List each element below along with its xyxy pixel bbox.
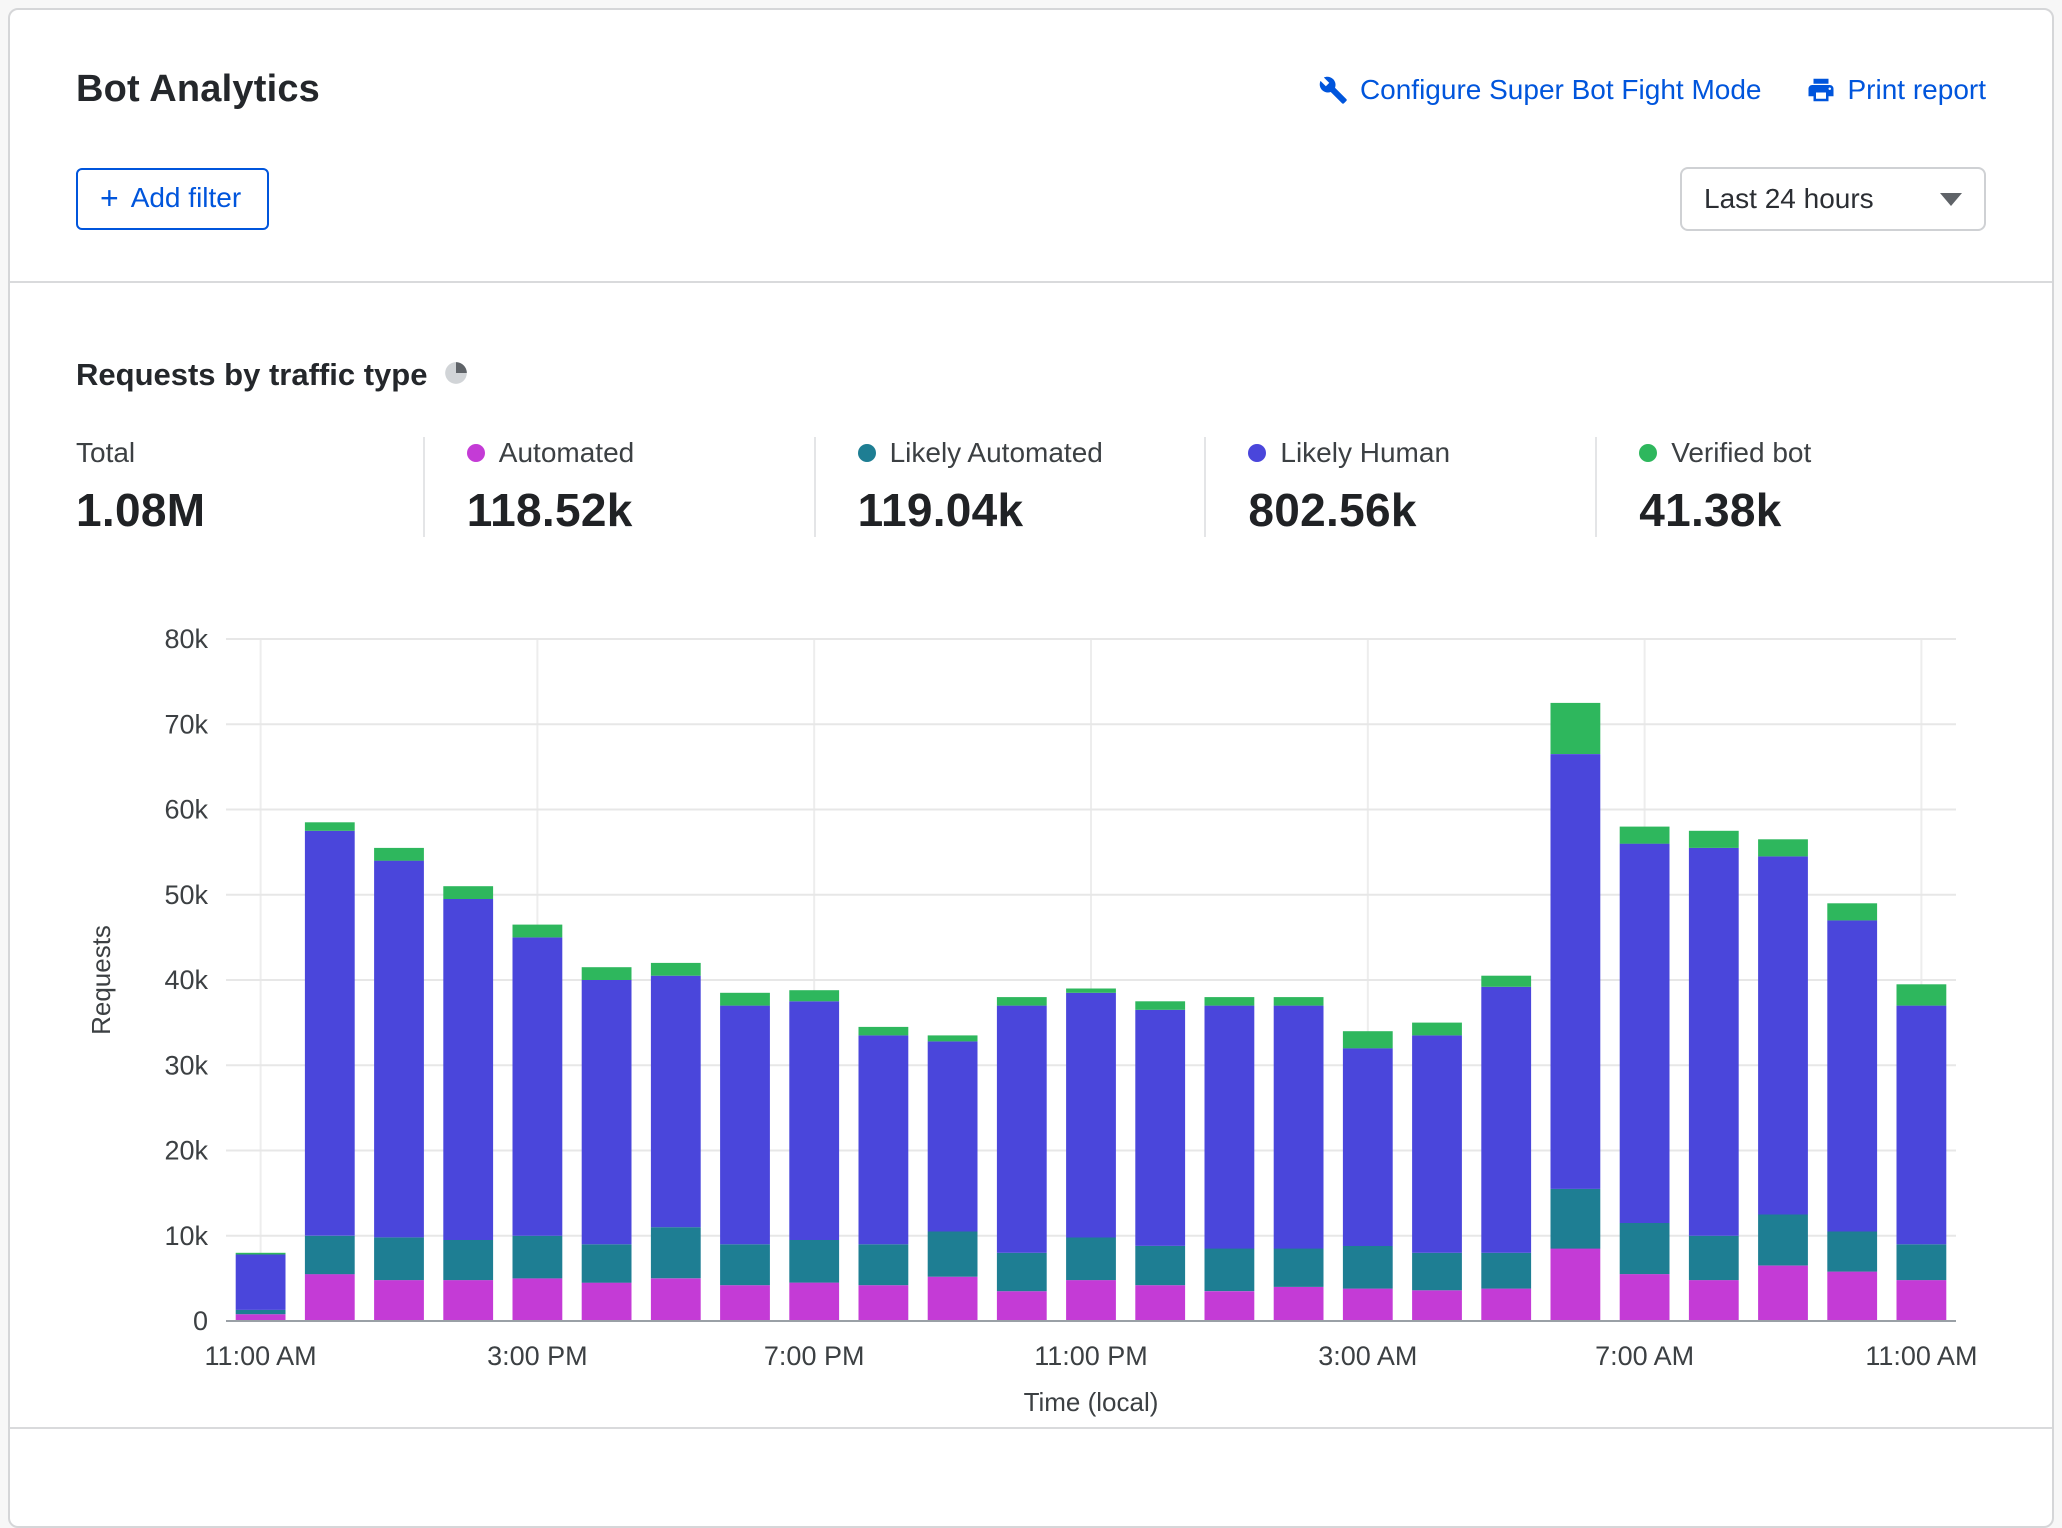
svg-text:60k: 60k <box>164 795 208 825</box>
svg-text:11:00 AM: 11:00 AM <box>205 1341 317 1371</box>
verified-bot-legend-dot <box>1639 444 1657 462</box>
svg-text:20k: 20k <box>164 1136 208 1166</box>
stat-automated[interactable]: Automated 118.52k <box>423 437 814 537</box>
stat-likely-automated-value: 119.04k <box>858 483 1205 537</box>
stat-likely-human-value: 802.56k <box>1248 483 1595 537</box>
add-filter-label: Add filter <box>131 182 242 214</box>
configure-super-bot-fight-mode-link[interactable]: Configure Super Bot Fight Mode <box>1318 74 1762 106</box>
pie-chart-icon <box>443 360 469 391</box>
time-range-dropdown[interactable]: Last 24 hours <box>1680 167 1986 231</box>
svg-text:Requests: Requests <box>86 925 116 1035</box>
traffic-type-stats-row: Total 1.08M Automated 118.52k Likely Aut… <box>76 437 1986 537</box>
stat-likely-human[interactable]: Likely Human 802.56k <box>1204 437 1595 537</box>
likely-automated-legend-dot <box>858 444 876 462</box>
svg-text:0: 0 <box>193 1306 208 1336</box>
automated-legend-dot <box>467 444 485 462</box>
plus-icon: + <box>100 187 119 209</box>
svg-text:70k: 70k <box>164 709 208 739</box>
time-range-value: Last 24 hours <box>1704 183 1874 215</box>
printer-icon <box>1806 75 1836 105</box>
stat-automated-label: Automated <box>499 437 634 469</box>
bot-analytics-card: Bot Analytics Configure Super Bot Fight … <box>8 8 2054 1528</box>
stat-likely-automated[interactable]: Likely Automated 119.04k <box>814 437 1205 537</box>
configure-link-label: Configure Super Bot Fight Mode <box>1360 74 1762 106</box>
stat-likely-automated-label: Likely Automated <box>890 437 1103 469</box>
stat-automated-value: 118.52k <box>467 483 814 537</box>
stat-verified-bot[interactable]: Verified bot 41.38k <box>1595 437 1986 537</box>
stat-total-value: 1.08M <box>76 483 423 537</box>
svg-text:11:00 AM: 11:00 AM <box>1865 1341 1976 1371</box>
page-title: Bot Analytics <box>76 68 320 111</box>
svg-text:7:00 PM: 7:00 PM <box>764 1341 865 1371</box>
requests-stacked-bar-chart: 0 10k 20k 30k 40k 50k 60k 70k 80k 11:00 AM 3:00 PM… <box>76 583 1986 1419</box>
svg-text:11:00 PM: 11:00 PM <box>1034 1341 1148 1371</box>
svg-text:10k: 10k <box>164 1221 208 1251</box>
print-link-label: Print report <box>1848 74 1987 106</box>
stat-total: Total 1.08M <box>76 437 423 537</box>
wrench-icon <box>1318 75 1348 105</box>
stat-total-label: Total <box>76 437 135 469</box>
stat-verified-bot-label: Verified bot <box>1671 437 1811 469</box>
section-bottom-divider <box>10 1427 2052 1429</box>
chart-canvas[interactable]: 0 10k 20k 30k 40k 50k 60k 70k 80k 11:00 AM 3:00 PM… <box>76 583 1976 1419</box>
filter-row: + Add filter Last 24 hours <box>76 167 1986 231</box>
svg-text:7:00 AM: 7:00 AM <box>1595 1341 1694 1371</box>
header-divider <box>10 281 2052 283</box>
header-links: Configure Super Bot Fight Mode Print rep… <box>1318 74 1986 106</box>
svg-text:Time (local): Time (local) <box>1024 1387 1159 1417</box>
stat-likely-human-label: Likely Human <box>1280 437 1450 469</box>
header-row: Bot Analytics Configure Super Bot Fight … <box>76 10 1986 111</box>
chevron-down-icon <box>1940 193 1962 206</box>
likely-human-legend-dot <box>1248 444 1266 462</box>
print-report-link[interactable]: Print report <box>1806 74 1987 106</box>
stat-verified-bot-value: 41.38k <box>1639 483 1986 537</box>
svg-text:50k: 50k <box>164 880 208 910</box>
svg-text:3:00 AM: 3:00 AM <box>1318 1341 1417 1371</box>
svg-text:30k: 30k <box>164 1050 208 1080</box>
section-heading-row: Requests by traffic type <box>76 357 1986 393</box>
svg-text:3:00 PM: 3:00 PM <box>487 1341 588 1371</box>
svg-text:40k: 40k <box>164 965 208 995</box>
add-filter-button[interactable]: + Add filter <box>76 168 269 230</box>
svg-text:80k: 80k <box>164 624 208 654</box>
section-heading: Requests by traffic type <box>76 357 427 393</box>
